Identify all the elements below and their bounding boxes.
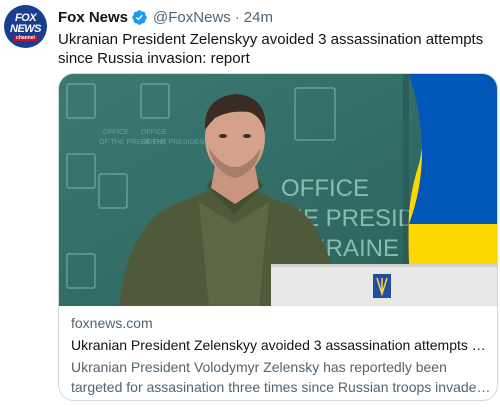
card-meta: foxnews.com Ukranian President Zelenskyy… bbox=[71, 314, 491, 397]
header-separator: · bbox=[234, 8, 240, 26]
card-image: OFFICE OF THE PRESIDENT OFFICE OF THE PR… bbox=[59, 74, 497, 306]
verified-badge-icon bbox=[132, 9, 147, 25]
author-name[interactable]: Fox News bbox=[58, 9, 128, 26]
card-title: Ukranian President Zelenskyy avoided 3 a… bbox=[71, 337, 491, 353]
avatar[interactable]: FOX NEWS channel bbox=[4, 5, 47, 48]
card-photo-illustration: OFFICE OF THE PRESIDENT OFFICE OF THE PR… bbox=[59, 74, 497, 306]
svg-text:OF THE PRESIDENT: OF THE PRESIDENT bbox=[141, 139, 209, 146]
tweet-header: Fox News @FoxNews · 24m bbox=[58, 7, 273, 27]
wall-text-line1: OFFICE bbox=[281, 175, 369, 202]
tweet-timestamp[interactable]: 24m bbox=[244, 9, 273, 26]
fox-news-logo-icon: FOX NEWS channel bbox=[4, 5, 47, 48]
logo-text-channel: channel bbox=[14, 34, 37, 41]
tweet[interactable]: FOX NEWS channel Fox News @FoxNews · 24m… bbox=[0, 0, 500, 407]
svg-text:OFFICE: OFFICE bbox=[103, 129, 129, 136]
logo-text-fox: FOX bbox=[14, 11, 37, 24]
author-handle[interactable]: @FoxNews bbox=[153, 9, 231, 26]
card-description: Ukranian President Volodymyr Zelensky ha… bbox=[71, 359, 485, 395]
card-domain: foxnews.com bbox=[71, 315, 153, 331]
link-card[interactable]: OFFICE OF THE PRESIDENT OFFICE OF THE PR… bbox=[58, 73, 498, 401]
tweet-text: Ukranian President Zelenskyy avoided 3 a… bbox=[58, 31, 484, 67]
logo-text-news: NEWS bbox=[10, 22, 42, 35]
svg-text:OFFICE: OFFICE bbox=[141, 129, 167, 136]
